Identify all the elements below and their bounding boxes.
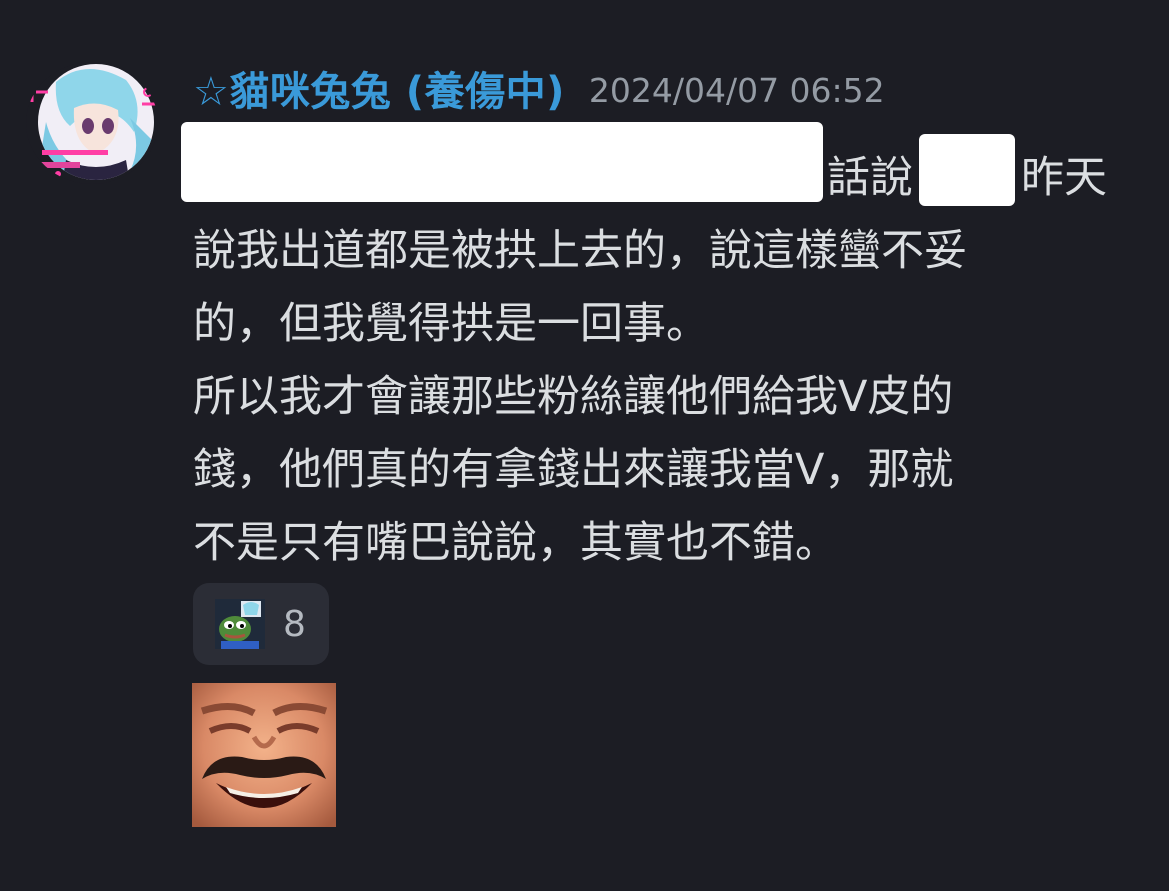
message-line-5: 錢，他們真的有拿錢出來讓我當V，那就 (193, 445, 954, 495)
timestamp[interactable]: 2024/04/07 06:52 (589, 67, 885, 110)
message-text: 話說 (827, 153, 913, 203)
redaction-box (919, 134, 1015, 206)
avatar-image (26, 62, 158, 184)
message-line-1: 話說 昨天 (181, 122, 1143, 215)
message-line-2: 說我出道都是被拱上去的，說這樣蠻不妥 (193, 226, 967, 276)
sticker-image (192, 683, 336, 827)
username[interactable]: ☆貓咪兔兔 (養傷中) (193, 59, 565, 117)
message-line-4: 所以我才會讓那些粉絲讓他們給我V皮的 (193, 372, 954, 422)
user-avatar[interactable] (26, 62, 158, 184)
pepe-emoji (215, 599, 265, 649)
message-line-3: 的，但我覺得拱是一回事。 (193, 299, 709, 349)
chat-message: ☆貓咪兔兔 (養傷中) 2024/04/07 06:52 話說 昨天 說我出道都是… (0, 0, 1169, 891)
message-line-6: 不是只有嘴巴說說，其實也不錯。 (193, 518, 838, 568)
message-header: ☆貓咪兔兔 (養傷中) 2024/04/07 06:52 (193, 58, 885, 118)
message-text: 昨天 (1021, 153, 1107, 203)
reaction-count: 8 (283, 603, 306, 645)
redaction-box (181, 122, 823, 202)
laughing-man-sticker[interactable] (192, 683, 336, 827)
message-content: 話說 昨天 說我出道都是被拱上去的，說這樣蠻不妥 的，但我覺得拱是一回事。 所以我… (181, 122, 1143, 580)
reaction-button[interactable]: 8 (193, 583, 329, 665)
